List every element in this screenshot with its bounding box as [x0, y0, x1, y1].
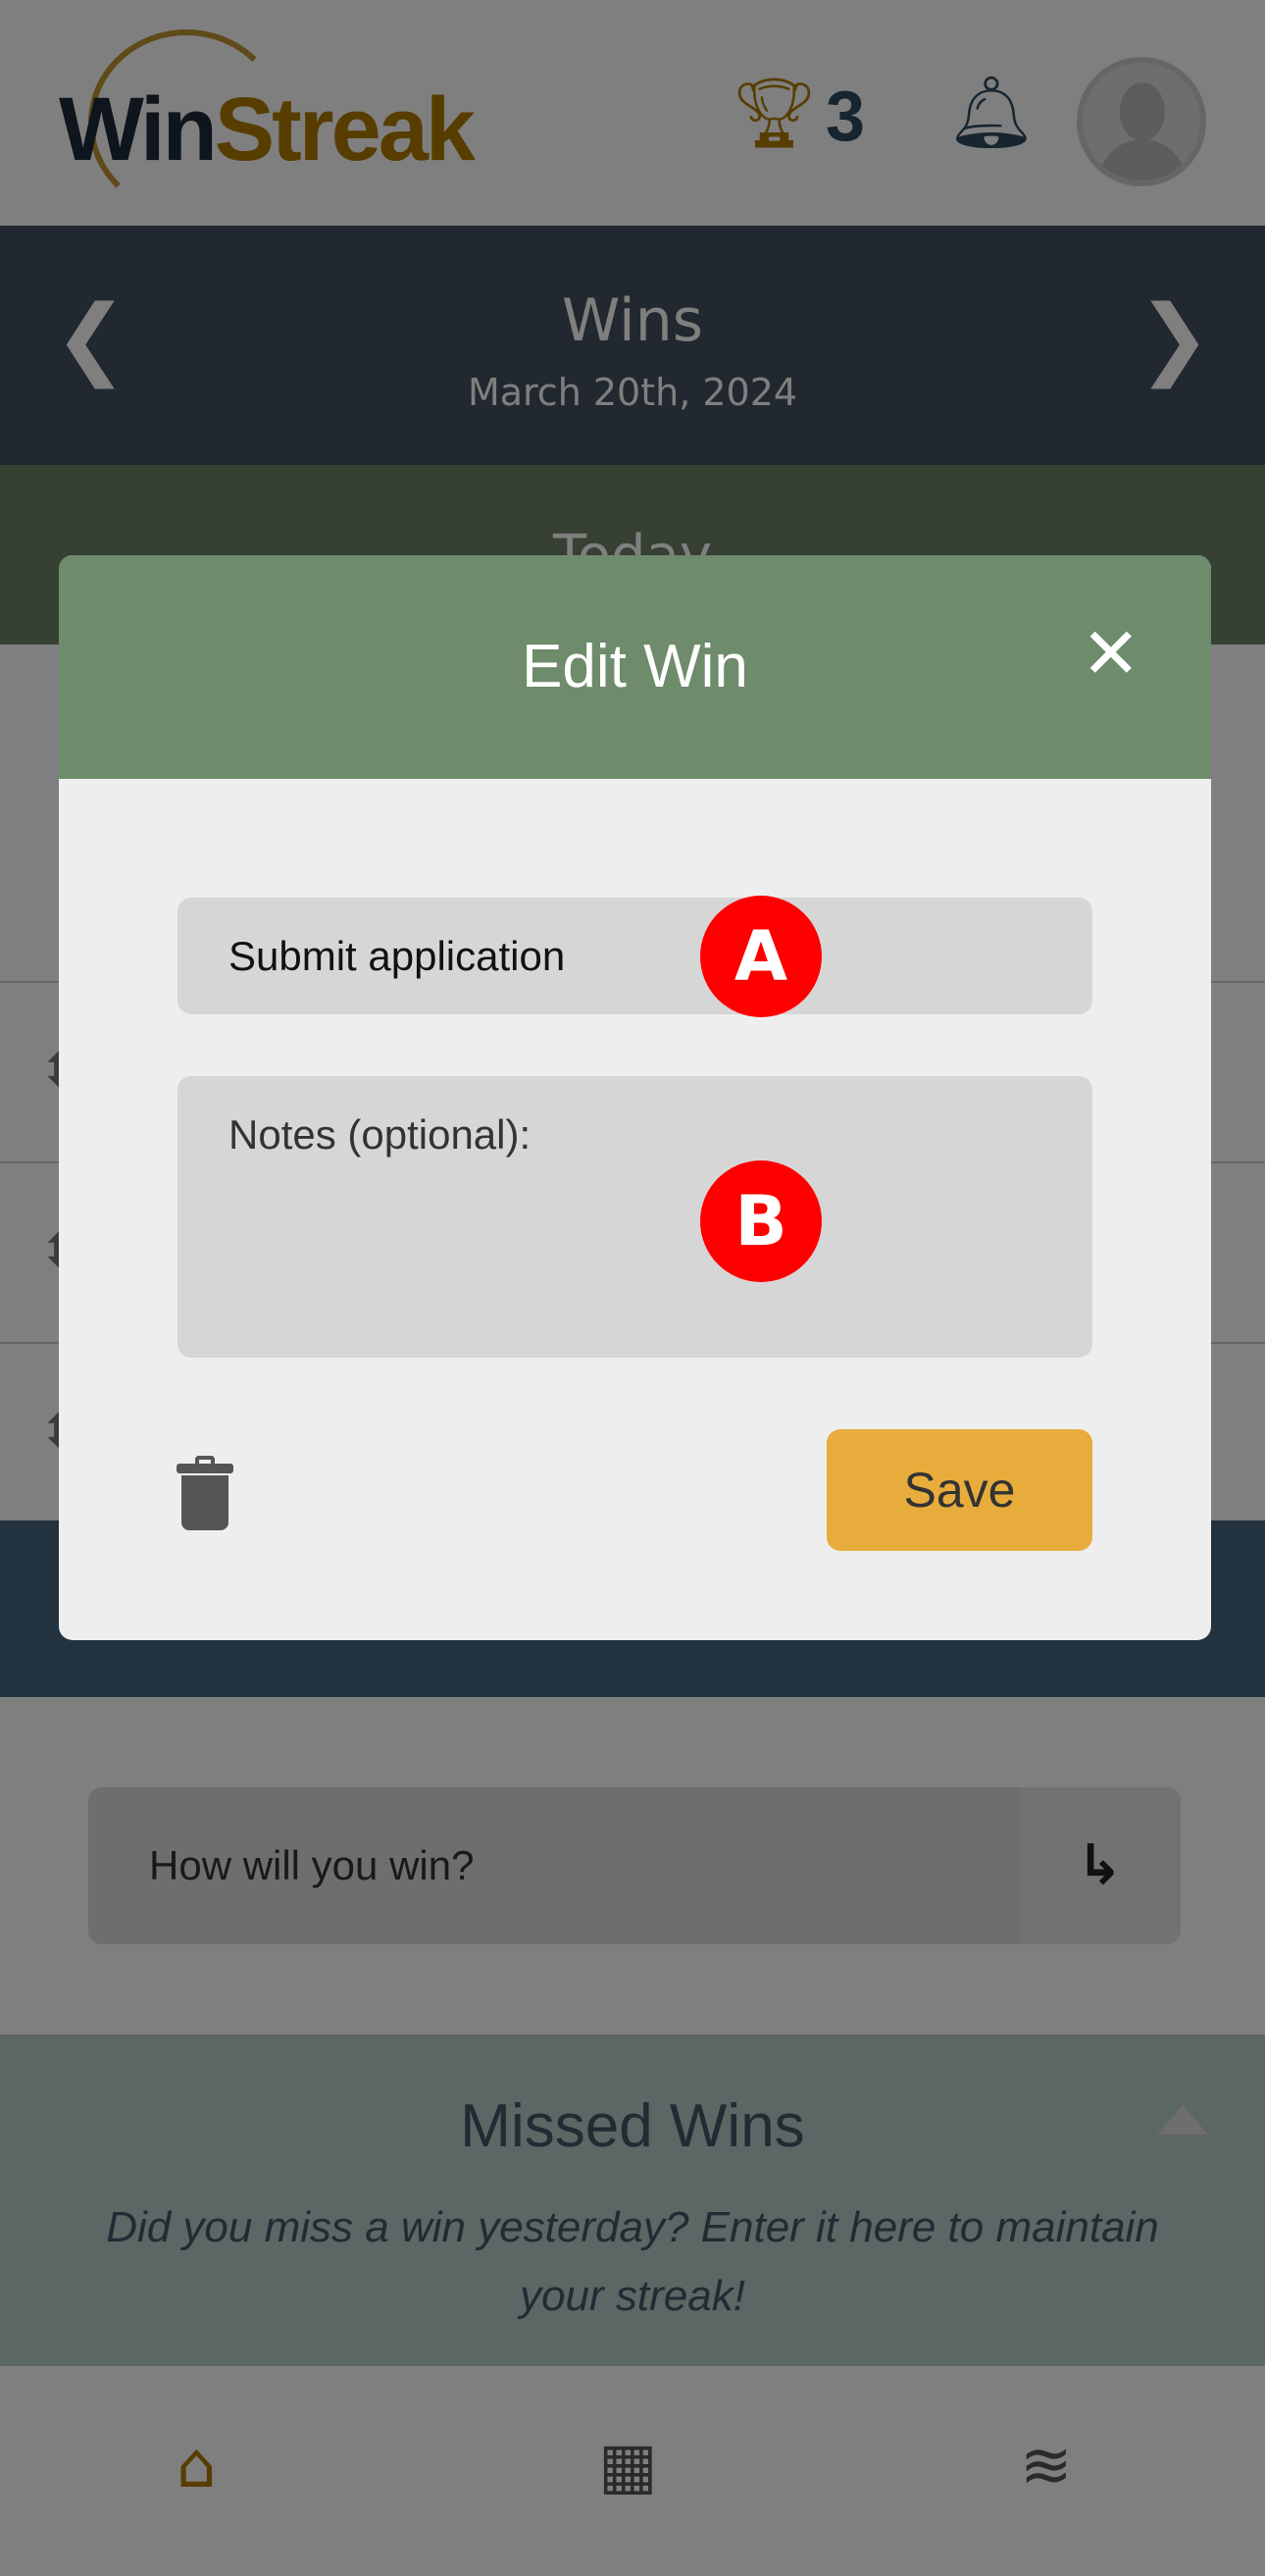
save-button[interactable]: Save: [827, 1429, 1092, 1551]
notes-textarea[interactable]: [177, 1076, 1092, 1358]
modal-header: Edit Win ✕: [59, 555, 1211, 779]
close-icon[interactable]: ✕: [1082, 618, 1140, 689]
edit-win-modal: Edit Win ✕ A B Save: [59, 555, 1211, 1640]
win-title-input[interactable]: [177, 898, 1092, 1014]
annotation-badge-b: B: [700, 1160, 822, 1282]
annotation-badge-a: A: [700, 896, 822, 1017]
modal-title: Edit Win: [522, 633, 748, 700]
trash-icon[interactable]: [177, 1456, 233, 1530]
